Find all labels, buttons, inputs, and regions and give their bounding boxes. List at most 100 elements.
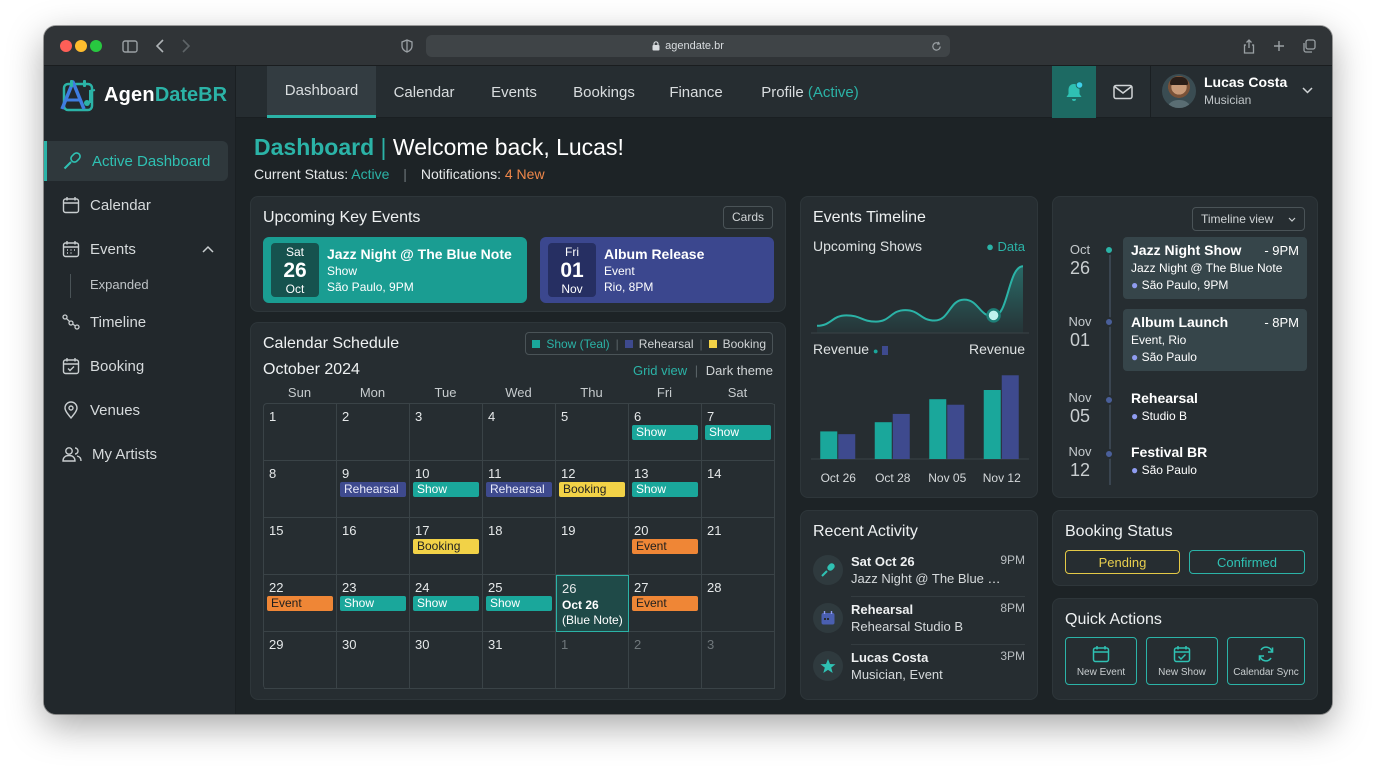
calendar-day-cell[interactable]: 24 Show <box>410 575 483 632</box>
calendar-day-cell[interactable]: 28 <box>702 575 775 632</box>
chevron-up-icon[interactable] <box>202 245 214 253</box>
highlighted-event[interactable]: Oct 26 (Blue Note) <box>562 598 623 628</box>
sidebar-item-venues[interactable]: Venues <box>44 390 228 430</box>
tab-profile[interactable]: Profile (Active) <box>750 66 870 118</box>
new-show-button[interactable]: New Show <box>1146 637 1218 685</box>
calendar-day-cell[interactable]: 14 <box>702 461 775 518</box>
activity-item[interactable]: Sat Oct 26 Jazz Night @ The Blue Note 9PM <box>813 549 1025 597</box>
close-window-icon[interactable] <box>60 40 72 52</box>
calendar-day-cell[interactable]: 23 Show <box>337 575 410 632</box>
tab-calendar[interactable]: Calendar <box>382 66 466 118</box>
forward-icon[interactable] <box>176 26 196 66</box>
calendar-day-cell[interactable]: 13 Show <box>629 461 702 518</box>
tab-overview-icon[interactable] <box>1300 26 1318 66</box>
pending-button[interactable]: Pending <box>1065 550 1180 574</box>
calendar-event-tag[interactable]: Event <box>632 539 698 554</box>
minimize-window-icon[interactable] <box>75 40 87 52</box>
dark-theme-button[interactable]: Dark theme <box>706 363 773 378</box>
activity-item[interactable]: Rehearsal Rehearsal Studio B 8PM <box>813 597 1025 645</box>
calendar-day-cell[interactable]: 30 <box>410 632 483 689</box>
calendar-day-cell[interactable]: 25 Show <box>483 575 556 632</box>
back-icon[interactable] <box>150 26 170 66</box>
calendar-day-cell[interactable]: 7 Show <box>702 404 775 461</box>
sidebar-subitem-expanded[interactable]: Expanded <box>90 277 149 292</box>
tab-bookings[interactable]: Bookings <box>560 66 648 118</box>
calendar-day-cell[interactable]: 20 Event <box>629 518 702 575</box>
calendar-sync-button[interactable]: Calendar Sync <box>1227 637 1305 685</box>
calendar-event-tag[interactable]: Show <box>340 596 406 611</box>
sidebar-item-timeline[interactable]: Timeline <box>44 302 228 342</box>
new-event-button[interactable]: New Event <box>1065 637 1137 685</box>
sidebar-toggle-icon[interactable] <box>118 26 142 66</box>
calendar-day-cell[interactable]: 4 <box>483 404 556 461</box>
sidebar-item-events[interactable]: Events <box>44 229 228 269</box>
revenue-bar[interactable] <box>838 434 856 459</box>
calendar-day-cell[interactable]: 29 <box>264 632 337 689</box>
calendar-day-cell[interactable]: 18 <box>483 518 556 575</box>
calendar-day-cell[interactable]: 10 Show <box>410 461 483 518</box>
revenue-bar[interactable] <box>983 390 1001 459</box>
sidebar-item-calendar[interactable]: Calendar <box>44 185 228 225</box>
calendar-day-cell[interactable]: 9 Rehearsal <box>337 461 410 518</box>
revenue-bar[interactable] <box>820 431 838 459</box>
calendar-day-cell[interactable]: 17 Booking <box>410 518 483 575</box>
calendar-day-cell[interactable]: 16 <box>337 518 410 575</box>
calendar-event-tag[interactable]: Show <box>413 482 479 497</box>
calendar-day-cell[interactable]: 6 Show <box>629 404 702 461</box>
calendar-day-cell[interactable]: 11 Rehearsal <box>483 461 556 518</box>
calendar-event-tag[interactable]: Event <box>632 596 698 611</box>
privacy-shield-icon[interactable] <box>398 26 416 66</box>
calendar-event-tag[interactable]: Show <box>632 482 698 497</box>
revenue-bar[interactable] <box>892 413 910 459</box>
address-bar[interactable]: agendate.br <box>426 35 950 57</box>
tab-events[interactable]: Events <box>476 66 552 118</box>
sidebar-item-active-dashboard[interactable]: Active Dashboard <box>44 141 228 181</box>
calendar-day-cell[interactable]: 31 <box>483 632 556 689</box>
calendar-day-cell[interactable]: 2 <box>337 404 410 461</box>
calendar-day-cell[interactable]: 26 Oct 26 (Blue Note) <box>556 575 629 632</box>
upcoming-event-card[interactable]: Fri 01 Nov Album Release Event Rio, 8PM <box>540 237 774 303</box>
revenue-bar[interactable] <box>874 422 892 459</box>
tab-finance[interactable]: Finance <box>656 66 736 118</box>
calendar-day-cell[interactable]: 3 <box>702 632 775 689</box>
calendar-event-tag[interactable]: Show <box>705 425 771 440</box>
app-logo[interactable]: AgenDateBR <box>60 78 227 112</box>
timeline-view-select[interactable]: Timeline view <box>1192 207 1305 231</box>
reload-icon[interactable] <box>931 41 942 52</box>
calendar-day-cell[interactable]: 19 <box>556 518 629 575</box>
revenue-bar[interactable] <box>929 399 947 459</box>
user-menu[interactable]: Lucas Costa Musician <box>1162 74 1332 110</box>
revenue-bar[interactable] <box>947 404 965 459</box>
upcoming-event-card[interactable]: Sat 26 Oct Jazz Night @ The Blue Note Sh… <box>263 237 527 303</box>
new-tab-icon[interactable] <box>1270 26 1288 66</box>
tab-dashboard[interactable]: Dashboard <box>267 66 376 118</box>
calendar-day-cell[interactable]: 1 <box>556 632 629 689</box>
maximize-window-icon[interactable] <box>90 40 102 52</box>
calendar-day-cell[interactable]: 3 <box>410 404 483 461</box>
notifications-button[interactable] <box>1052 66 1096 118</box>
messages-button[interactable] <box>1098 66 1148 118</box>
calendar-event-tag[interactable]: Booking <box>413 539 479 554</box>
sidebar-item-my-artists[interactable]: My Artists <box>44 434 228 474</box>
revenue-bar[interactable] <box>1001 375 1019 459</box>
calendar-event-tag[interactable]: Show <box>486 596 552 611</box>
calendar-day-cell[interactable]: 5 <box>556 404 629 461</box>
calendar-day-cell[interactable]: 2 <box>629 632 702 689</box>
grid-view-button[interactable]: Grid view <box>633 363 687 378</box>
activity-item[interactable]: Lucas Costa Musician, Event 3PM <box>813 645 1025 691</box>
calendar-day-cell[interactable]: 30 <box>337 632 410 689</box>
area-highlight-point[interactable] <box>986 308 1001 323</box>
calendar-event-tag[interactable]: Rehearsal <box>340 482 406 497</box>
calendar-day-cell[interactable]: 8 <box>264 461 337 518</box>
calendar-event-tag[interactable]: Show <box>413 596 479 611</box>
chevron-down-icon[interactable] <box>1302 87 1313 94</box>
confirmed-button[interactable]: Confirmed <box>1189 550 1305 574</box>
sidebar-item-booking[interactable]: Booking <box>44 346 228 386</box>
share-icon[interactable] <box>1240 26 1258 66</box>
calendar-day-cell[interactable]: 1 <box>264 404 337 461</box>
calendar-event-tag[interactable]: Show <box>632 425 698 440</box>
calendar-event-tag[interactable]: Event <box>267 596 333 611</box>
calendar-day-cell[interactable]: 21 <box>702 518 775 575</box>
calendar-day-cell[interactable]: 12 Booking <box>556 461 629 518</box>
calendar-day-cell[interactable]: 22 Event <box>264 575 337 632</box>
